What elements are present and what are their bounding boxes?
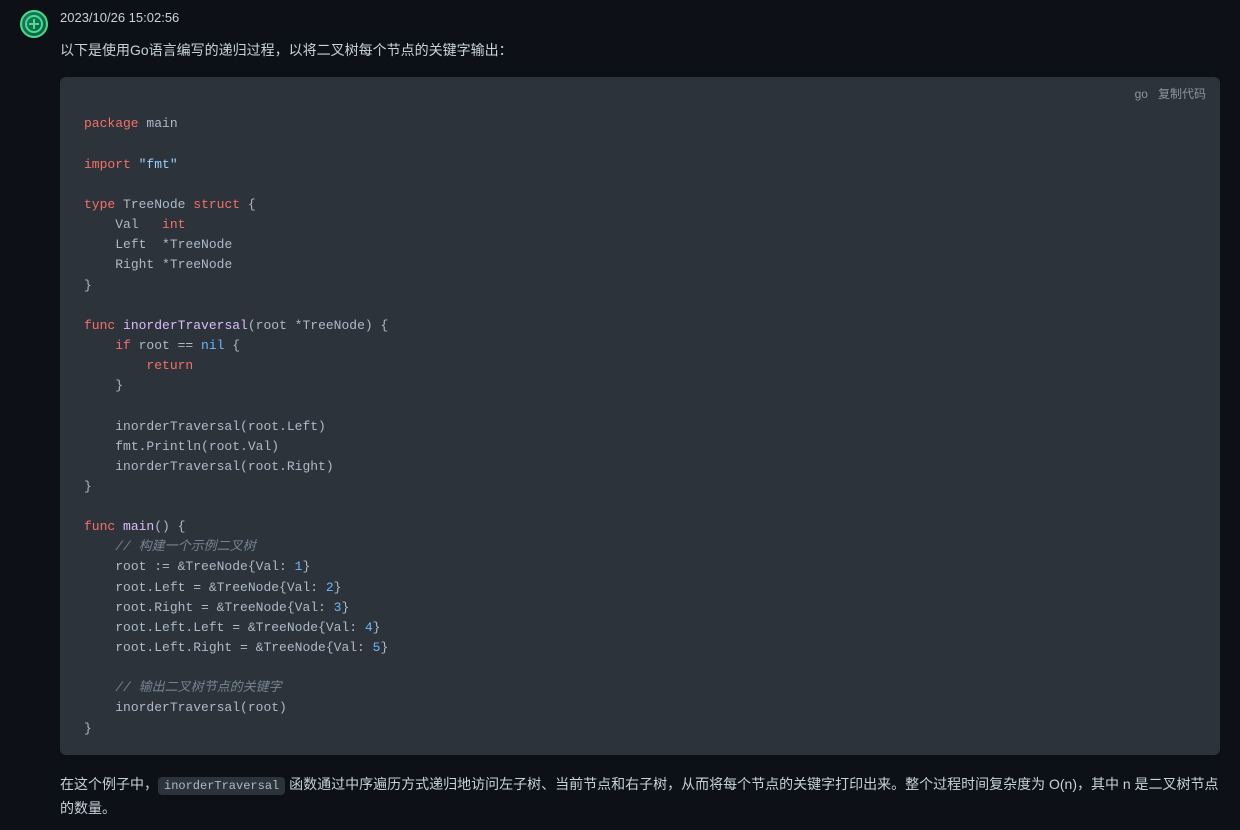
avatar (20, 10, 48, 38)
footer-text: 在这个例子中，inorderTraversal 函数通过中序遍历方式递归地访问左… (60, 773, 1220, 821)
code-content[interactable]: package main import "fmt" type TreeNode … (60, 110, 1220, 754)
inline-code: inorderTraversal (158, 777, 285, 795)
timestamp: 2023/10/26 15:02:56 (60, 10, 1220, 25)
footer-part1: 在这个例子中， (60, 776, 158, 792)
copy-code-button[interactable]: 复制代码 (1158, 85, 1206, 102)
code-pre: package main import "fmt" type TreeNode … (84, 114, 1196, 738)
message-container: 2023/10/26 15:02:56 以下是使用Go语言编写的递归过程，以将二… (0, 0, 1240, 830)
description-text: 以下是使用Go语言编写的递归过程，以将二叉树每个节点的关键字输出： (60, 39, 1220, 61)
avatar-icon (25, 15, 43, 33)
message-content: 2023/10/26 15:02:56 以下是使用Go语言编写的递归过程，以将二… (60, 10, 1220, 820)
code-language-label: go (1135, 87, 1148, 101)
code-block: go 复制代码 package main import "fmt" type T… (60, 77, 1220, 754)
code-header: go 复制代码 (60, 77, 1220, 110)
